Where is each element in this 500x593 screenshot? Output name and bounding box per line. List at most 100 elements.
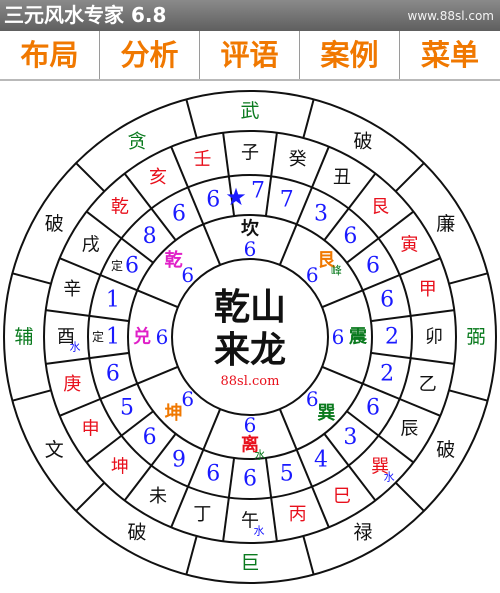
divider-line [12,272,52,285]
divider-line [302,535,315,575]
divider-line [302,99,315,139]
flying-star-mark: 定 [111,258,123,273]
divider-line [370,351,411,360]
trigram-label: 坤 [165,402,183,424]
flying-star-mark: 定 [92,329,104,344]
flying-star-number: 9 [172,447,186,472]
menu-comments-button[interactable]: 评语 [200,31,300,79]
flying-star-number: 6 [172,202,186,227]
flying-star-number: 6 [366,254,380,279]
divider-line [295,186,313,225]
flying-star-number: 6 [143,425,157,450]
outer-star-label: 破 [353,130,372,152]
menu-main-button[interactable]: 菜单 [400,31,500,79]
center-title-line1: 乾山 [214,286,286,328]
divider-line [410,357,455,365]
outer-star-label: 巨 [240,552,259,574]
menu-layout-button[interactable]: 布局 [0,31,100,79]
mountain-label: 丑 [333,167,351,188]
outer-star-label: 破 [127,522,146,544]
divider-line [89,351,130,360]
menu-bar: 布局 分析 评语 案例 菜单 [0,31,500,81]
divider-line [278,223,298,266]
mountain-label: 申 [82,419,100,440]
trigram-star-number: 6 [332,325,345,349]
mountain-label: 寅 [400,235,418,256]
flying-star-number: 2 [380,361,394,386]
divider-line [185,99,198,139]
outer-star-label: 弼 [466,326,485,348]
flying-star-number: 5 [120,396,134,421]
divider-line [12,389,52,402]
mountain-label: 卯 [425,327,443,348]
divider-line [394,481,425,512]
mountain-label: 庚 [63,374,81,395]
outer-star-label: 禄 [353,522,372,544]
mountain-label: 坤 [111,457,129,478]
center-title-line2: 来龙 [214,329,286,371]
mountain-label: 乙 [419,374,437,395]
flying-star-number: 8 [143,224,157,249]
divider-line [311,146,330,188]
divider-line [185,535,198,575]
flying-star-number: 7 [251,179,265,204]
divider-line [410,309,455,317]
mountain-label: 辰 [400,419,418,440]
flying-star-number: 6 [125,254,139,279]
divider-line [45,309,90,317]
center-site-label: 88sl.com [221,374,280,389]
divider-line [264,176,273,217]
menu-cases-button[interactable]: 案例 [300,31,400,79]
mountain-sub-label: 水 [384,471,395,484]
trigram-star-number: 6 [306,263,319,287]
divider-line [136,289,179,309]
menu-analysis-button[interactable]: 分析 [100,31,200,79]
divider-line [448,389,488,402]
trigram-star-number: 6 [244,413,257,437]
divider-line [89,314,130,323]
flying-star-number: 3 [343,425,357,450]
mountain-label: 戌 [82,235,100,256]
divider-line [136,365,179,385]
trigram-label: 兑 [133,326,151,348]
divider-line [227,457,236,498]
divider-line [399,398,441,417]
mountain-label: 亥 [149,167,167,188]
flying-star-number: 1 [106,325,120,350]
trigram-star-number: 6 [181,263,194,287]
trigram-star-number: 6 [306,387,319,411]
trigram-label: 震 [349,327,368,348]
trigram-label: 巽 [317,403,335,424]
divider-line [75,481,106,512]
app-title: 三元风水专家 6.8 [4,3,167,27]
outer-star-label: 破 [436,439,455,461]
divider-line [222,497,230,542]
divider-line [295,449,313,488]
divider-line [187,186,205,225]
mountain-label: 丙 [289,504,307,525]
outer-star-label: 贪 [127,130,146,152]
mountain-label: 乾 [111,196,129,217]
mountain-sub-label: 水 [254,525,265,538]
mountain-label: 癸 [289,149,307,170]
mountain-label: 巳 [333,486,351,507]
flying-star-number: 6 [343,224,357,249]
divider-line [321,365,364,385]
trigram-label: 乾 [165,249,183,271]
mountain-sub-label: 水 [70,341,81,354]
mountain-label: 艮 [371,196,389,217]
divider-line [222,132,230,177]
divider-line [202,223,222,266]
divider-line [75,162,106,193]
trigram-star-number: 6 [156,325,169,349]
outer-star-label: 文 [45,439,64,461]
flying-star-number: 1 [106,288,120,313]
flying-star-number: 2 [385,325,399,350]
mountain-label: 丁 [193,504,211,525]
outer-star-label: 武 [240,100,259,122]
mountain-label: 甲 [419,279,437,300]
mountain-label: 壬 [193,149,211,170]
divider-line [270,497,278,542]
flying-star-number: 6 [380,288,394,313]
trigram-sub-label: 水 [255,449,266,462]
